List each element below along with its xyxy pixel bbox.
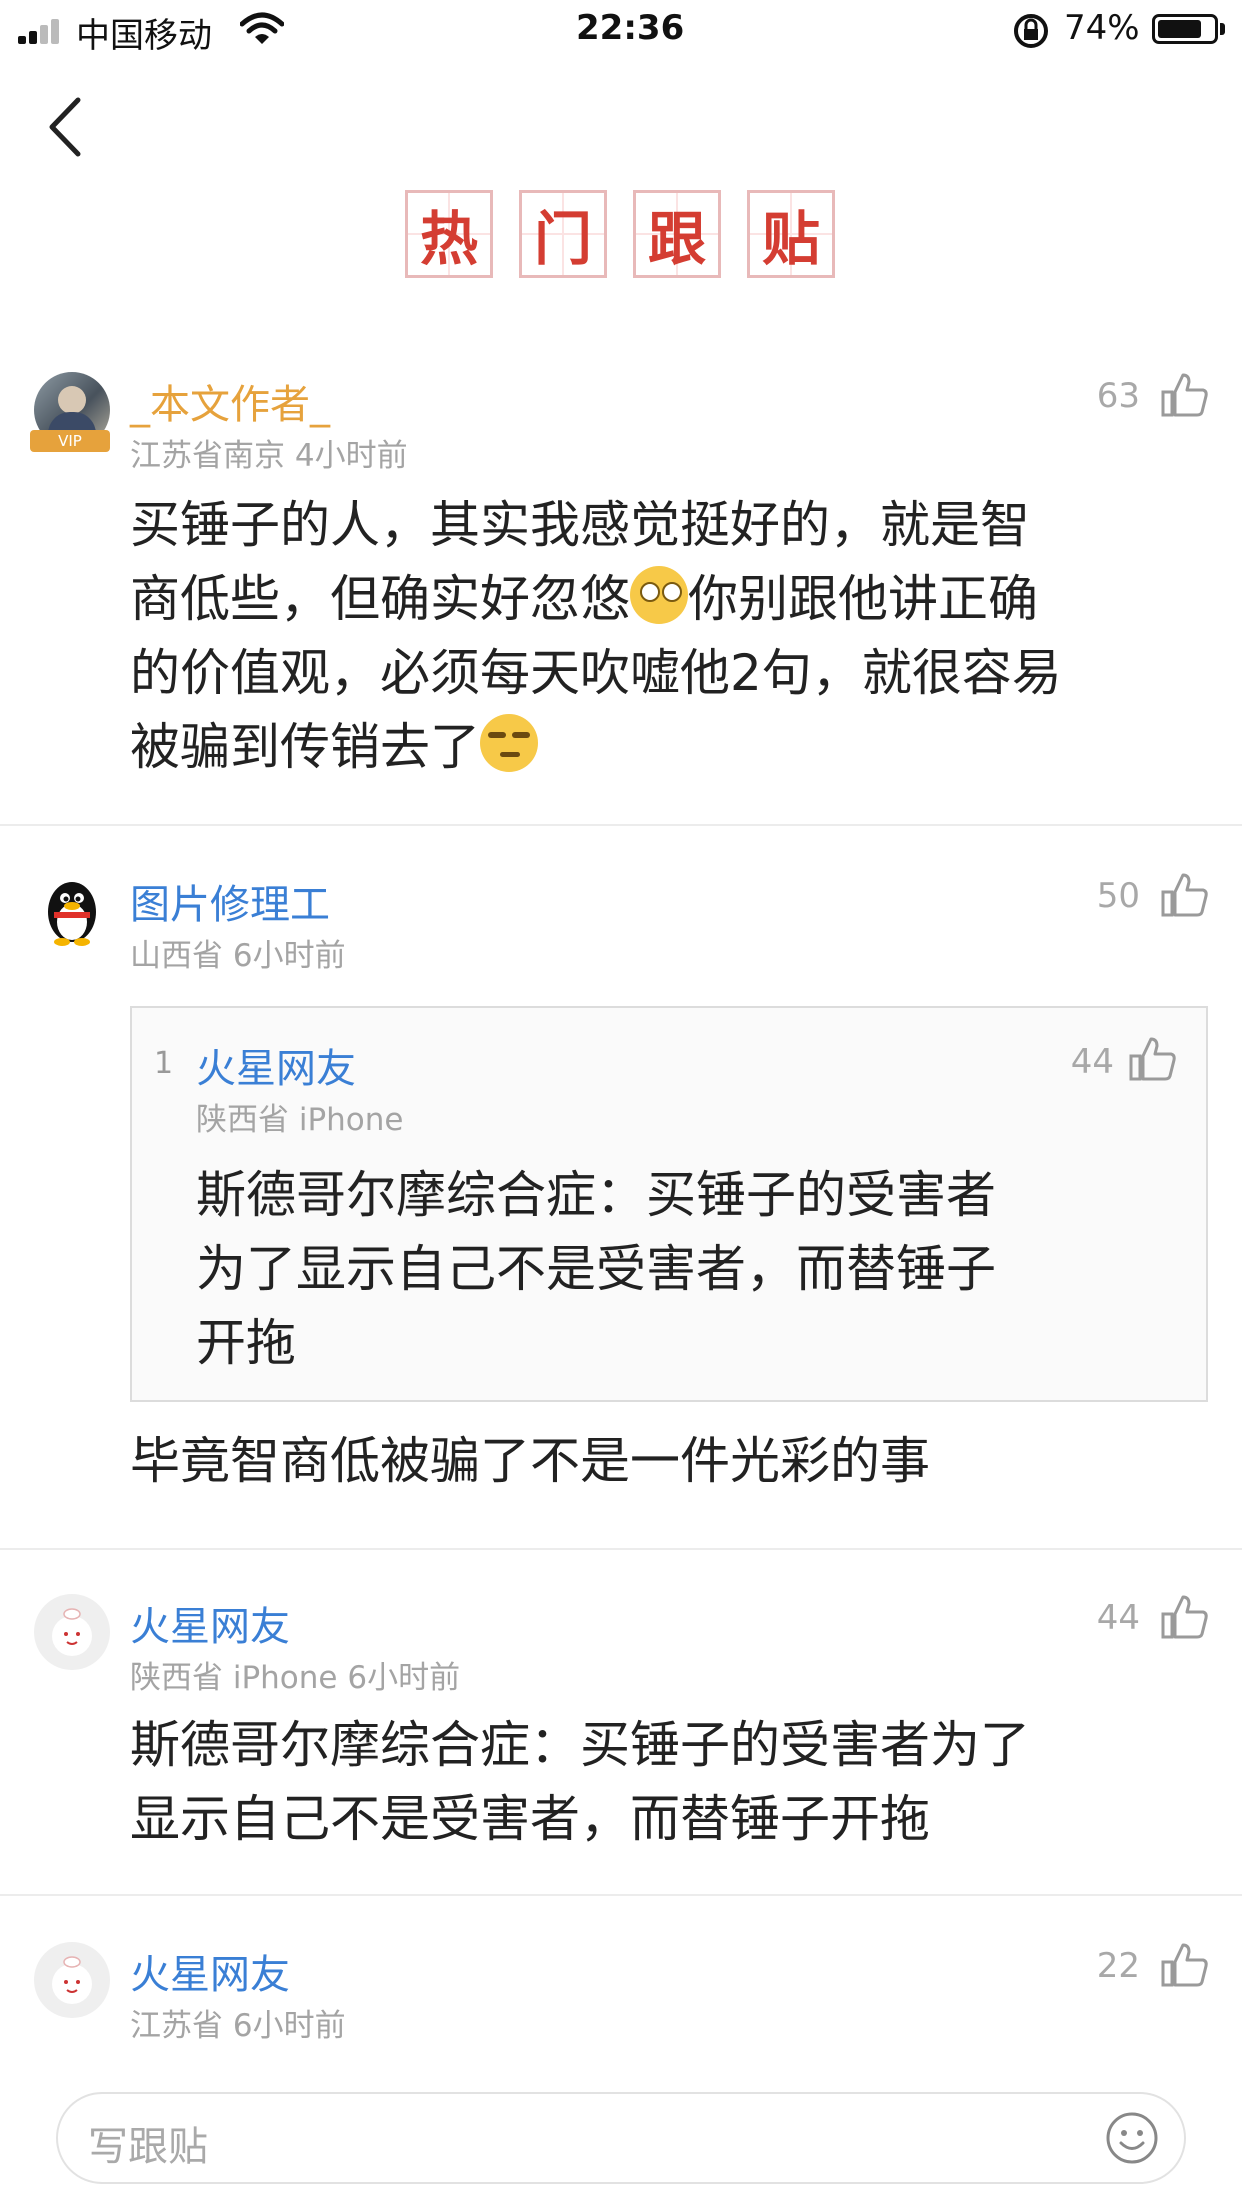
rotation-lock-icon [1014,14,1048,48]
comment-meta: 江苏省 6小时前 [130,2008,346,2044]
signal-icon [18,18,68,44]
comment-body: 毕竟智商低被骗了不是一件光彩的事 [130,1432,930,1490]
status-bar: 中国移动 22:36 74% [0,0,1242,64]
title-char-1: 热 [405,190,493,278]
username[interactable]: 火星网友 [130,1942,290,2000]
comment-line-with-emoji: 被骗到传销去了 [130,710,1190,784]
reply-input[interactable]: 写跟贴 [56,2092,1186,2184]
clock: 22:36 [576,8,685,48]
carrier-label: 中国移动 [76,16,212,56]
quote-body: 斯德哥尔摩综合症：买锤子的受害者 为了显示自己不是受害者，而替锤子 开拖 [196,1158,1196,1380]
comment-meta: 江苏省南京 4小时前 [130,438,408,474]
username[interactable]: _本文作者_ [130,372,330,430]
wifi-icon [240,12,284,44]
comment-item: 火星网友 陕西省 iPhone 6小时前 44 斯德哥尔摩综合症：买锤子的受害者… [0,1586,1242,1886]
quoted-reply: 1 火星网友 陕西省 iPhone 44 斯德哥尔摩综合症：买锤子的受害者 为了… [130,1006,1208,1402]
comment-line: 的价值观，必须每天吹嘘他2句，就很容易 [130,644,1062,702]
divider [0,1548,1242,1550]
comment-meta: 陕西省 iPhone 6小时前 [130,1660,461,1696]
smirk-emoji-icon [480,714,538,772]
username[interactable]: 图片修理工 [130,872,330,930]
divider [0,824,1242,826]
like-count: 44 [1096,1598,1140,1638]
emoji-picker-icon[interactable] [1104,2110,1160,2166]
comment-line-with-emoji: 商低些，但确实好忽悠 你别跟他讲正确 [130,562,1190,636]
vip-badge: VIP [30,430,110,452]
thumbs-up-icon[interactable] [1160,1592,1210,1642]
thumbs-up-icon[interactable] [1160,370,1210,420]
comment-item: 火星网友 江苏省 6小时前 22 [0,1934,1242,2054]
default-avatar-icon [52,1956,92,2004]
battery-percent: 74% [1064,8,1140,48]
like-count: 22 [1096,1946,1140,1986]
title-char-3: 跟 [633,190,721,278]
divider [0,1894,1242,1896]
quote-index: 1 [154,1046,174,1081]
avatar[interactable] [34,1594,110,1670]
battery-icon [1152,14,1218,44]
rolling-eyes-emoji-icon [630,566,688,624]
thumbs-up-icon[interactable] [1160,1940,1210,1990]
default-avatar-icon [52,1608,92,1656]
penguin-avatar-icon [48,882,96,946]
comment-body: 买锤子的人，其实我感觉挺好的，就是智 商低些，但确实好忽悠 你别跟他讲正确 的价值… [130,488,1190,784]
title-char-4: 贴 [747,190,835,278]
quote-like-count: 44 [1070,1042,1114,1082]
back-arrow-icon[interactable] [38,92,94,162]
battery-tip [1220,23,1225,35]
username[interactable]: 火星网友 [130,1594,290,1652]
thumbs-up-icon[interactable] [1160,870,1210,920]
comment-line: 买锤子的人，其实我感觉挺好的，就是智 [130,496,1030,554]
title-char-2: 门 [519,190,607,278]
thumbs-up-icon[interactable] [1128,1034,1178,1084]
like-count: 63 [1096,376,1140,416]
avatar[interactable] [34,872,110,948]
quote-username[interactable]: 火星网友 [196,1036,356,1094]
comment-line: 斯德哥尔摩综合症：买锤子的受害者为了 [130,1716,1030,1774]
comment-line: 显示自己不是受害者，而替锤子开拖 [130,1790,930,1848]
quote-line: 开拖 [196,1314,296,1372]
reply-input-placeholder: 写跟贴 [88,2124,208,2170]
comment-item: VIP _本文作者_ 江苏省南京 4小时前 63 买锤子的人，其实我感觉挺好的，… [0,360,1242,824]
quote-line: 为了显示自己不是受害者，而替锤子 [196,1240,996,1298]
quote-line: 斯德哥尔摩综合症：买锤子的受害者 [196,1166,996,1224]
like-count: 50 [1096,876,1140,916]
avatar[interactable] [34,1942,110,2018]
comment-meta: 山西省 6小时前 [130,938,346,974]
quote-meta: 陕西省 iPhone [196,1102,404,1138]
comment-body: 斯德哥尔摩综合症：买锤子的受害者为了 显示自己不是受害者，而替锤子开拖 [130,1708,1210,1856]
